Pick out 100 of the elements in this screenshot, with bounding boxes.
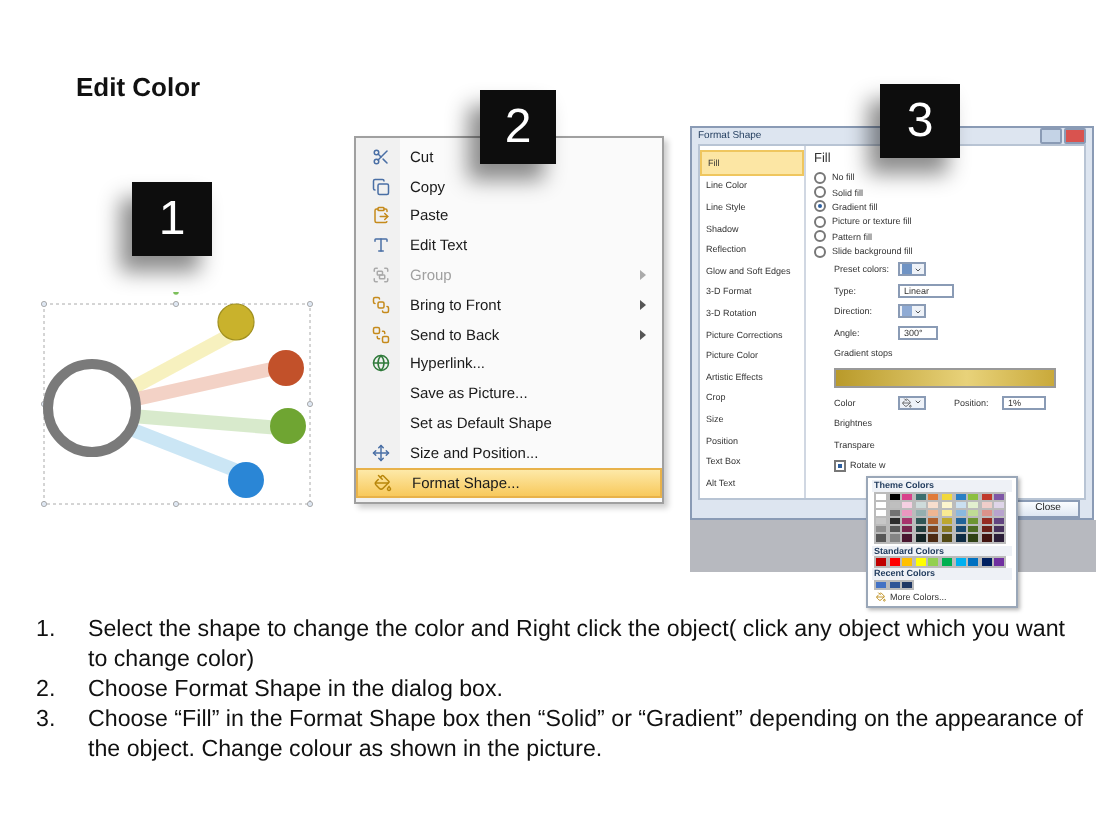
color-swatch[interactable]	[928, 534, 939, 543]
color-swatch[interactable]	[928, 493, 939, 501]
color-swatch[interactable]	[955, 534, 966, 543]
color-swatch[interactable]	[994, 518, 1005, 526]
color-swatch[interactable]	[955, 518, 966, 526]
radio-button[interactable]	[814, 245, 826, 258]
preset-colors-dropdown[interactable]	[898, 262, 926, 277]
radio-button[interactable]	[814, 186, 826, 199]
globe-icon	[371, 354, 389, 373]
color-swatch[interactable]	[941, 534, 952, 543]
color-swatch[interactable]	[968, 526, 979, 534]
gradient-bar[interactable]	[834, 367, 1056, 388]
text-icon	[371, 236, 389, 255]
color-swatch[interactable]	[994, 493, 1005, 501]
color-swatch[interactable]	[889, 509, 900, 517]
checkbox[interactable]	[834, 459, 846, 472]
color-swatch[interactable]	[994, 509, 1005, 517]
color-swatch[interactable]	[902, 493, 913, 501]
color-swatch[interactable]	[902, 558, 913, 566]
color-swatch[interactable]	[941, 501, 952, 509]
color-swatch[interactable]	[968, 558, 979, 566]
color-swatch[interactable]	[889, 526, 900, 534]
color-swatch[interactable]	[902, 534, 913, 543]
color-swatch[interactable]	[876, 534, 886, 543]
color-swatch[interactable]	[915, 501, 926, 509]
slide-title: Edit Color	[76, 72, 201, 102]
instruction-text: Choose “Fill” in the Format Shape box then “Solid” or “Gradient” depending on the appearance of the object. Change colour as shown in the picture.	[88, 704, 1086, 764]
color-swatch[interactable]	[981, 509, 992, 517]
color-swatch[interactable]	[876, 581, 886, 589]
color-swatch[interactable]	[928, 509, 939, 517]
step-number-label: 1.	[34, 614, 58, 646]
color-swatch[interactable]	[928, 558, 939, 566]
close-button[interactable]	[1064, 128, 1086, 144]
color-swatch[interactable]	[941, 509, 952, 517]
step-number: 1	[132, 182, 212, 256]
color-swatch[interactable]	[968, 518, 979, 526]
color-swatch[interactable]	[941, 526, 952, 534]
color-swatch[interactable]	[876, 558, 886, 566]
instruction-text: Select the shape to change the color and Right click the object( click any object which you want to change color)	[88, 614, 1067, 674]
color-swatch[interactable]	[981, 518, 992, 526]
color-swatch[interactable]	[955, 558, 966, 566]
color-swatch[interactable]	[928, 501, 939, 509]
color-swatch[interactable]	[902, 501, 913, 509]
help-button[interactable]	[1040, 128, 1062, 144]
color-swatch[interactable]	[941, 493, 952, 501]
radio-button[interactable]	[814, 200, 826, 213]
color-swatch[interactable]	[968, 534, 979, 543]
color-swatch[interactable]	[994, 526, 1005, 534]
color-swatch[interactable]	[902, 526, 913, 534]
color-swatch[interactable]	[876, 526, 886, 534]
color-swatch[interactable]	[941, 518, 952, 526]
step-number-label: 3.	[34, 704, 58, 736]
color-swatch[interactable]	[968, 509, 979, 517]
color-swatch[interactable]	[889, 558, 900, 566]
color-swatch[interactable]	[981, 501, 992, 509]
color-swatch[interactable]	[889, 501, 900, 509]
scissors-icon	[371, 147, 389, 166]
radio-button[interactable]	[814, 171, 826, 184]
color-swatch[interactable]	[876, 518, 886, 526]
radio-button[interactable]	[814, 230, 826, 243]
color-swatch[interactable]	[981, 493, 992, 501]
swatch-icon	[902, 306, 912, 317]
color-swatch[interactable]	[915, 526, 926, 534]
color-swatch[interactable]	[955, 493, 966, 501]
color-swatch[interactable]	[915, 558, 926, 566]
color-swatch[interactable]	[994, 534, 1005, 543]
color-swatch[interactable]	[994, 558, 1005, 566]
color-swatch[interactable]	[889, 518, 900, 526]
color-swatch[interactable]	[889, 581, 900, 589]
step-number-label: 2.	[34, 674, 58, 704]
color-swatch[interactable]	[941, 558, 952, 566]
direction-dropdown[interactable]	[898, 304, 926, 319]
color-swatch[interactable]	[981, 534, 992, 543]
color-swatch[interactable]	[889, 534, 900, 543]
color-swatch[interactable]	[902, 509, 913, 517]
color-swatch[interactable]	[915, 534, 926, 543]
color-swatch[interactable]	[968, 493, 979, 501]
color-swatch[interactable]	[928, 518, 939, 526]
radio-button[interactable]	[814, 215, 826, 228]
color-swatch[interactable]	[955, 526, 966, 534]
color-swatch[interactable]	[915, 493, 926, 501]
instruction-text: Choose Format Shape in the dialog box.	[88, 674, 504, 704]
color-swatch[interactable]	[928, 526, 939, 534]
color-swatch[interactable]	[981, 558, 992, 566]
color-swatch[interactable]	[902, 518, 913, 526]
send-back-icon	[371, 325, 389, 344]
color-swatch[interactable]	[955, 501, 966, 509]
color-swatch[interactable]	[994, 501, 1005, 509]
color-dropdown[interactable]	[898, 395, 926, 410]
color-swatch[interactable]	[955, 509, 966, 517]
bring-front-icon	[371, 295, 389, 314]
color-swatch[interactable]	[915, 518, 926, 526]
color-swatch[interactable]	[902, 581, 913, 589]
color-swatch[interactable]	[889, 493, 900, 501]
color-swatch[interactable]	[981, 526, 992, 534]
color-swatch[interactable]	[876, 501, 886, 509]
paint-bucket-icon	[902, 397, 912, 408]
group-icon	[371, 266, 389, 285]
color-swatch[interactable]	[968, 501, 979, 509]
color-swatch[interactable]	[915, 509, 926, 517]
